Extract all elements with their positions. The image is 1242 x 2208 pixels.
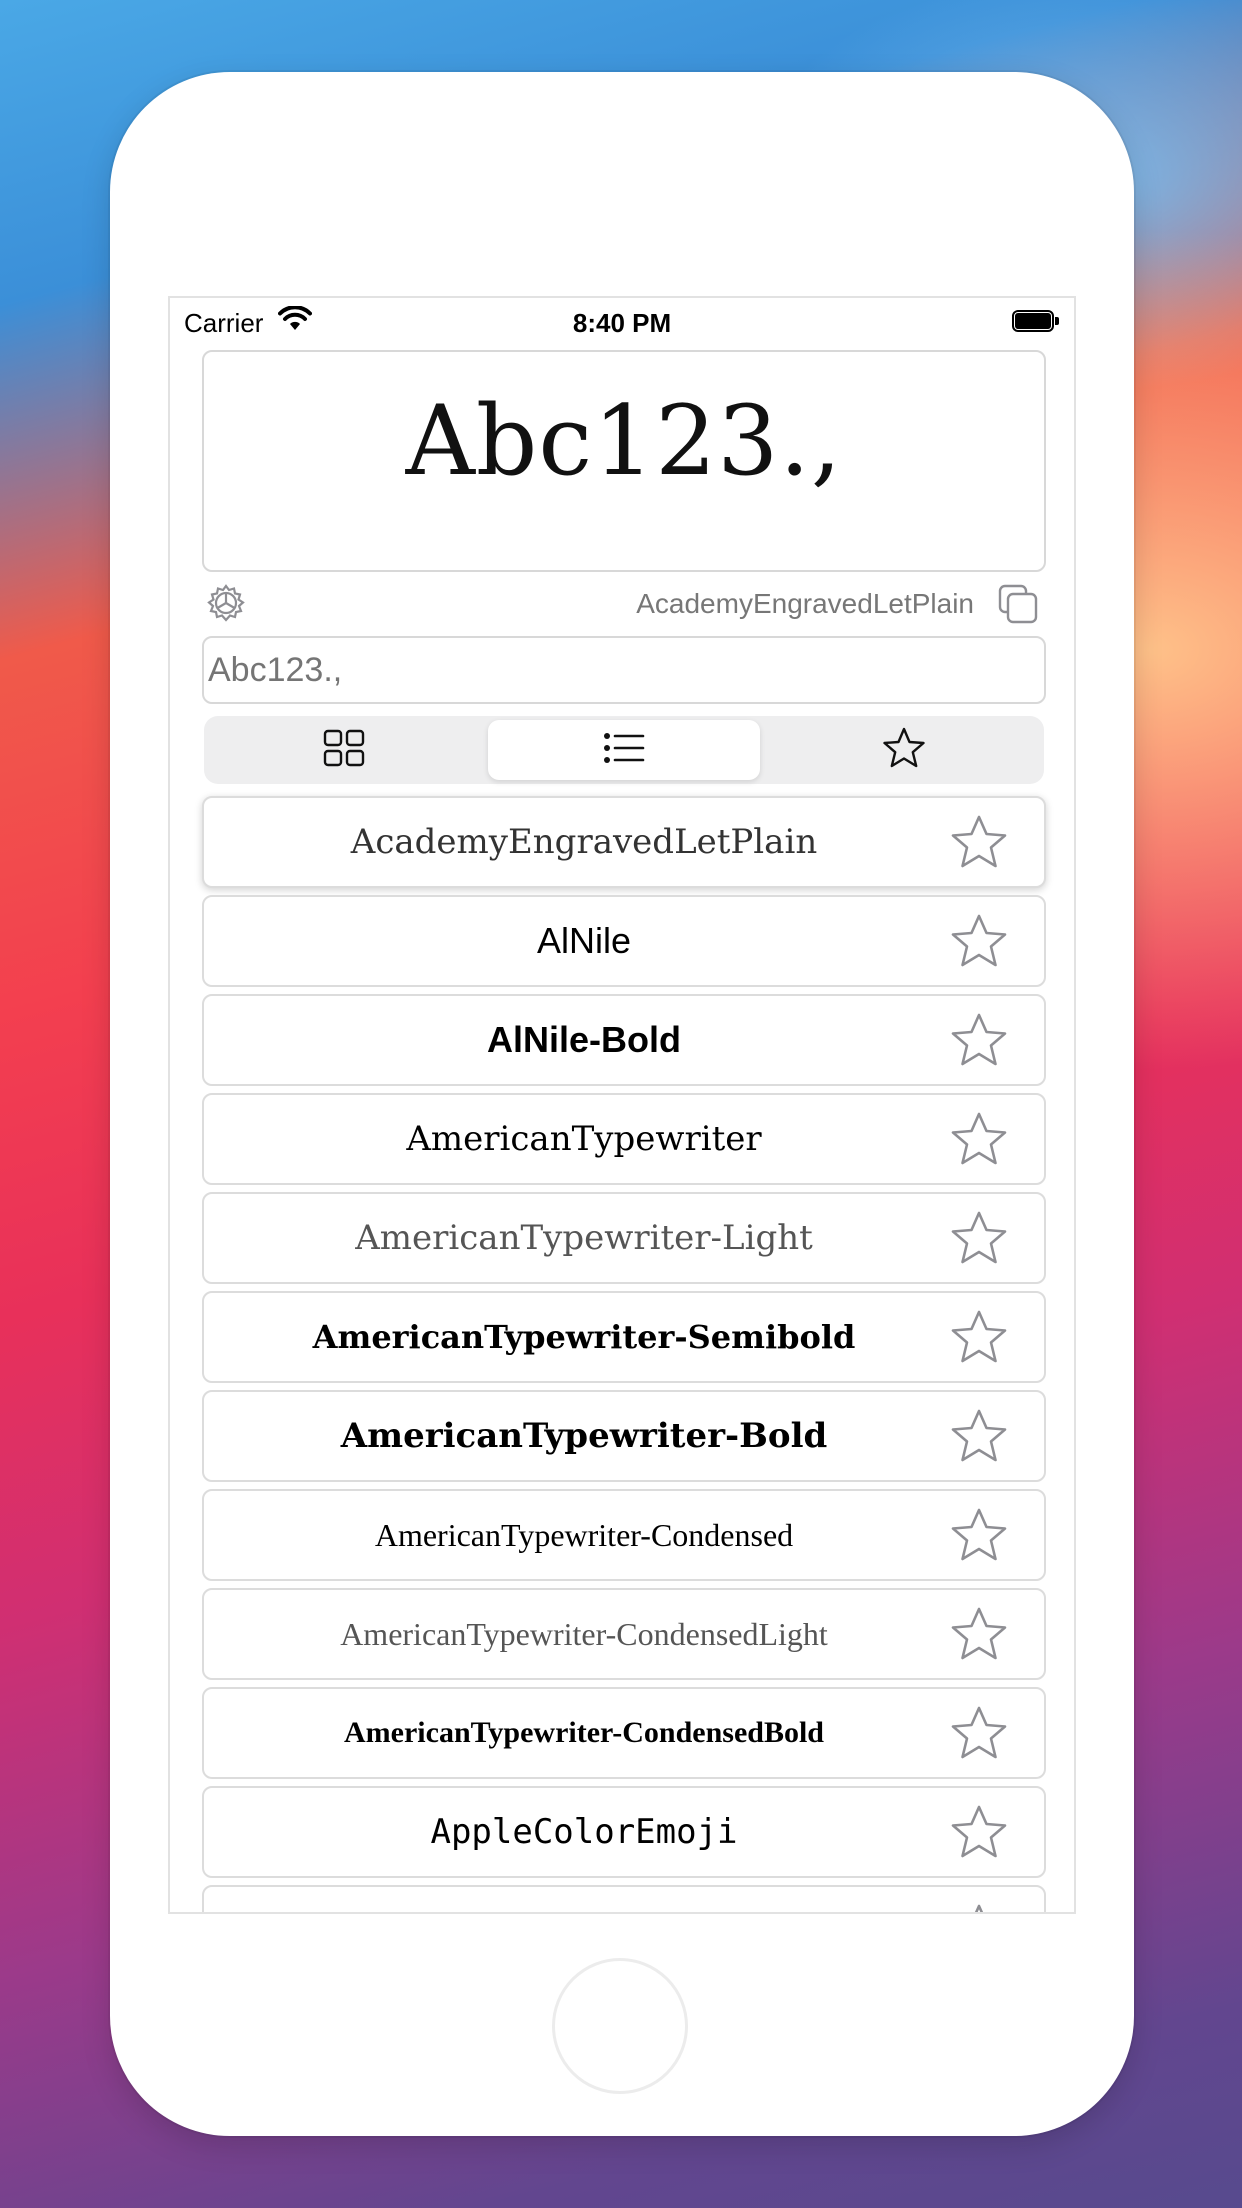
font-row-alnile-bold[interactable]: AlNile-Bold — [202, 994, 1046, 1086]
preview-sample-text: Abc123., — [405, 385, 843, 497]
font-row-apple-color-emoji[interactable]: AppleColorEmoji — [202, 1786, 1046, 1878]
list-icon — [603, 731, 645, 770]
font-row-alnile[interactable]: AlNile — [202, 895, 1046, 987]
font-row-apple-sd-gothic-neo-regular[interactable]: AppleSDGothicNeo-Regular — [202, 1885, 1046, 1912]
battery-icon — [1012, 310, 1060, 332]
star-icon — [882, 727, 926, 774]
tab-favorites-view[interactable] — [768, 720, 1040, 780]
font-row-academy-engraved[interactable]: AcademyEngravedLetPlain — [202, 796, 1046, 888]
font-row-label: AmericanTypewriter — [406, 1119, 762, 1159]
font-row-american-typewriter-condensed-bold[interactable]: AmericanTypewriter-CondensedBold — [202, 1687, 1046, 1779]
font-row-label: AmericanTypewriter-Light — [355, 1218, 813, 1258]
font-row-american-typewriter-condensed[interactable]: AmericanTypewriter-Condensed — [202, 1489, 1046, 1581]
favorite-star-icon[interactable] — [950, 913, 1008, 969]
tab-list-view[interactable] — [488, 720, 760, 780]
favorite-star-icon[interactable] — [950, 1408, 1008, 1464]
font-row-label: AppleSDGothicNeo-Regular — [204, 1887, 964, 1912]
favorite-star-icon[interactable] — [950, 1903, 1008, 1912]
tab-grid-view[interactable] — [208, 720, 480, 780]
font-row-label: AmericanTypewriter-Semibold — [312, 1318, 856, 1356]
clock: 8:40 PM — [572, 308, 672, 338]
status-bar: Carrier 8:40 PM — [170, 298, 1074, 342]
font-row-label: AlNile-Bold — [487, 1019, 681, 1060]
font-row-american-typewriter[interactable]: AmericanTypewriter — [202, 1093, 1046, 1185]
font-row-label: AmericanTypewriter-Condensed — [374, 1517, 794, 1553]
favorite-star-icon[interactable] — [950, 1507, 1008, 1563]
favorite-star-icon[interactable] — [950, 1012, 1008, 1068]
font-row-label: AmericanTypewriter-CondensedLight — [340, 1616, 828, 1652]
grid-icon — [323, 729, 365, 772]
font-row-american-typewriter-light[interactable]: AmericanTypewriter-Light — [202, 1192, 1046, 1284]
favorite-star-icon[interactable] — [950, 1606, 1008, 1662]
sample-text-input[interactable] — [202, 636, 1046, 704]
font-row-american-typewriter-bold[interactable]: AmericanTypewriter-Bold — [202, 1390, 1046, 1482]
font-row-label: AmericanTypewriter-Bold — [340, 1416, 828, 1456]
favorite-star-icon[interactable] — [950, 1210, 1008, 1266]
favorite-star-icon[interactable] — [950, 1111, 1008, 1167]
app-screen: Carrier 8:40 PM Abc123., AcademyEngraved… — [168, 296, 1076, 1914]
gear-icon[interactable] — [204, 582, 248, 626]
view-mode-segmented-control — [204, 716, 1044, 784]
favorite-star-icon[interactable] — [950, 814, 1008, 870]
favorite-star-icon[interactable] — [950, 1705, 1008, 1761]
favorite-star-icon[interactable] — [950, 1309, 1008, 1365]
font-row-label: AlNile — [536, 920, 632, 961]
font-preview-box: Abc123., — [202, 350, 1046, 572]
font-row-label: AcademyEngravedLetPlain — [350, 822, 818, 862]
current-font-name: AcademyEngravedLetPlain — [636, 588, 974, 619]
copy-icon[interactable] — [996, 582, 1040, 626]
font-row-label: AmericanTypewriter-CondensedBold — [344, 1716, 824, 1749]
font-row-label: AppleColorEmoji — [430, 1812, 738, 1852]
font-row-american-typewriter-condensed-light[interactable]: AmericanTypewriter-CondensedLight — [202, 1588, 1046, 1680]
home-button[interactable] — [552, 1958, 688, 2094]
font-row-american-typewriter-semibold[interactable]: AmericanTypewriter-Semibold — [202, 1291, 1046, 1383]
favorite-star-icon[interactable] — [950, 1804, 1008, 1860]
